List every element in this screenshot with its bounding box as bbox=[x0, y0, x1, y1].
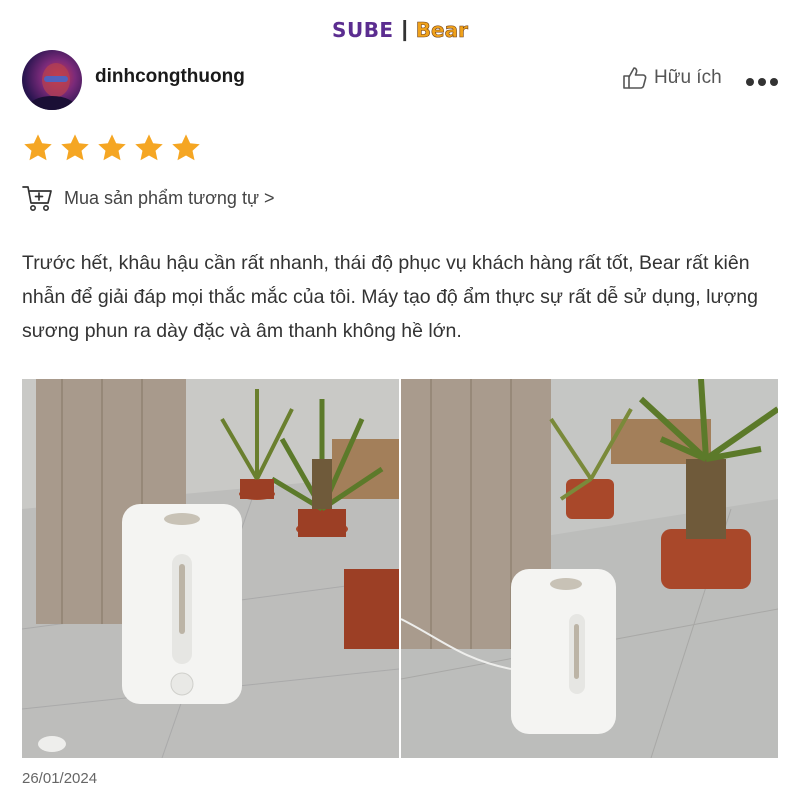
star-icon bbox=[24, 134, 52, 161]
review-text: Trước hết, khâu hậu cần rất nhanh, thái … bbox=[22, 252, 758, 342]
reviewer-username[interactable]: dinhcongthuong bbox=[95, 66, 245, 88]
review-photo-1[interactable] bbox=[22, 379, 399, 758]
humidifier-photo-angle bbox=[401, 379, 778, 758]
star-icon bbox=[61, 134, 89, 161]
star-icon bbox=[135, 134, 163, 161]
helpful-label: Hữu ích bbox=[654, 67, 722, 88]
humidifier-photo-front bbox=[22, 379, 399, 758]
avatar-image bbox=[28, 63, 76, 110]
brand-bear-text: Bear bbox=[415, 18, 468, 43]
buy-similar-label: Mua sản phẩm tương tự > bbox=[64, 187, 275, 208]
star-icon bbox=[172, 134, 200, 161]
cart-plus-icon bbox=[22, 186, 52, 211]
review-photo-2[interactable] bbox=[401, 379, 778, 758]
brand-separator: | bbox=[401, 16, 408, 41]
star-rating bbox=[22, 132, 202, 164]
thumb-up-icon bbox=[623, 67, 647, 89]
brand-logo: SUBE | Bear bbox=[0, 16, 800, 43]
buy-similar-link[interactable]: Mua sản phẩm tương tự > bbox=[22, 184, 275, 212]
brand-sube-text: SUBE bbox=[332, 18, 394, 42]
star-icon bbox=[98, 134, 126, 161]
more-dots-icon[interactable] bbox=[746, 78, 778, 86]
review-date: 26/01/2024 bbox=[22, 770, 98, 787]
avatar[interactable] bbox=[22, 50, 82, 110]
helpful-button[interactable]: Hữu ích bbox=[622, 66, 722, 90]
